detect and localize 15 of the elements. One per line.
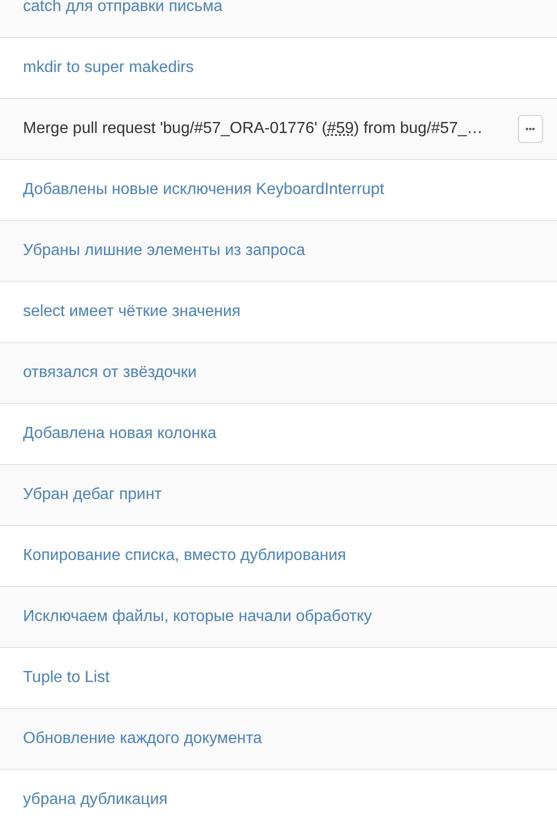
commit-message-link[interactable]: Копирование списка, вместо дублирования — [23, 544, 346, 568]
issue-link[interactable]: #59 — [327, 120, 354, 137]
commit-message-link[interactable]: Добавлены новые исключения KeyboardInterrupt — [23, 178, 384, 202]
commit-message-link[interactable]: Добавлена новая колонка — [23, 422, 216, 446]
commit-message: Merge pull request 'bug/#57_ORA-01776' (#59) from bug/#57_… — [23, 119, 483, 139]
commit-message-link[interactable]: Убран дебаг принт — [23, 483, 162, 507]
commit-message-link[interactable]: select имеет чёткие значения — [23, 300, 240, 324]
commit-message-link[interactable]: убрана дубликация — [23, 788, 168, 812]
commit-message-link[interactable]: Обновление каждого документа — [23, 727, 262, 751]
commit-message-link[interactable]: Исключаем файлы, которые начали обработку — [23, 605, 372, 629]
commit-message-link[interactable]: отвязался от звёздочки — [23, 361, 197, 385]
commit-message-link[interactable]: Убраны лишние элементы из запроса — [23, 239, 306, 263]
more-button[interactable]: ••• — [518, 115, 543, 143]
commit-message-link[interactable]: Tuple to List — [23, 666, 110, 690]
commit-message-link[interactable]: mkdir to super makedirs — [23, 56, 194, 80]
